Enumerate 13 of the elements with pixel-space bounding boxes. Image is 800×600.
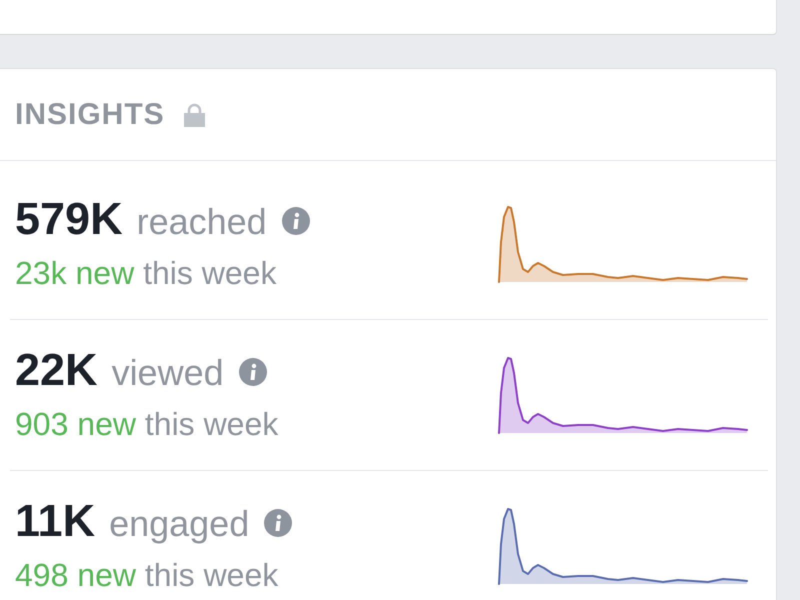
weekly-change-text: 498 new this week — [15, 556, 280, 594]
weekly-change-text: 23k new this week — [15, 254, 278, 292]
weekly-change-text: 903 new this week — [15, 405, 278, 443]
info-icon[interactable] — [264, 508, 292, 536]
insights-title: INSIGHTS — [15, 96, 165, 132]
metric-label: engaged — [109, 502, 250, 546]
info-icon[interactable] — [238, 358, 267, 386]
metric-value: 579K — [15, 193, 123, 245]
info-icon[interactable] — [282, 206, 310, 234]
metric-label: reached — [136, 200, 267, 244]
metric-value: 22K — [15, 344, 98, 396]
metric-value: 11K — [15, 495, 96, 547]
metric-label: viewed — [112, 351, 224, 395]
